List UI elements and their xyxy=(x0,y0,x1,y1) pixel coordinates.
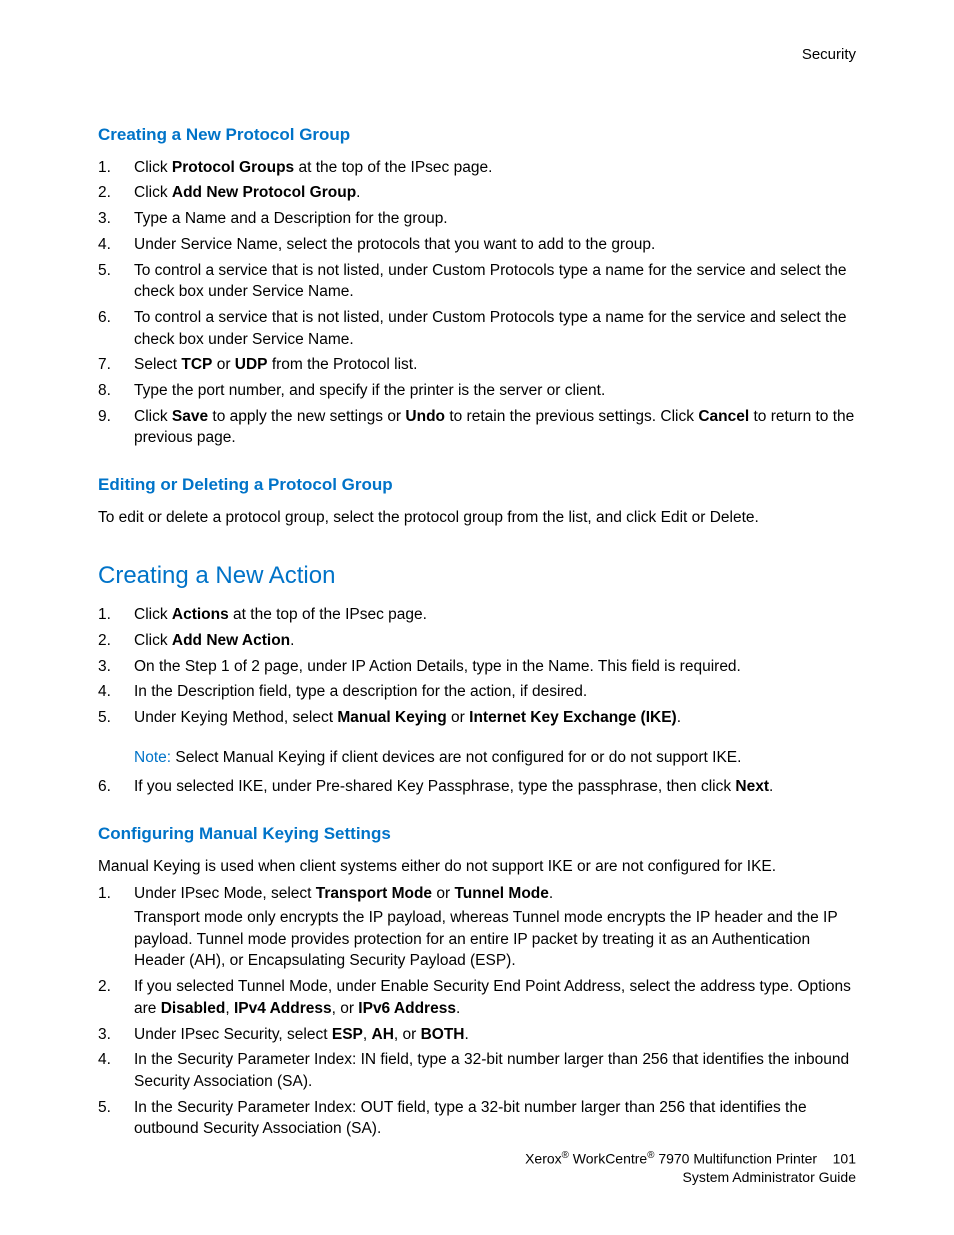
document-page: Security Creating a New Protocol Group 1… xyxy=(0,0,954,1235)
list-item-text: To control a service that is not listed,… xyxy=(134,260,856,303)
list-item-text: Select TCP or UDP from the Protocol list… xyxy=(134,354,856,376)
list-item: 5.Under Keying Method, select Manual Key… xyxy=(98,707,856,729)
list-item: 4.Under Service Name, select the protoco… xyxy=(98,234,856,256)
list-item-number: 6. xyxy=(98,307,134,350)
list-item-number: 2. xyxy=(98,976,134,1019)
list-item: 1.Click Actions at the top of the IPsec … xyxy=(98,604,856,626)
list-item-number: 1. xyxy=(98,157,134,179)
heading-creating-protocol-group: Creating a New Protocol Group xyxy=(98,123,856,147)
header-section-label: Security xyxy=(98,44,856,65)
list-item: 5.In the Security Parameter Index: OUT f… xyxy=(98,1097,856,1140)
list-item-text: If you selected Tunnel Mode, under Enabl… xyxy=(134,976,856,1019)
footer-brand-a: Xerox xyxy=(525,1150,562,1166)
list-item: 7.Select TCP or UDP from the Protocol li… xyxy=(98,354,856,376)
list-item: 2.Click Add New Protocol Group. xyxy=(98,182,856,204)
list-item-number: 1. xyxy=(98,604,134,626)
list-item: 1.Under IPsec Mode, select Transport Mod… xyxy=(98,883,856,972)
note-label: Note: xyxy=(134,749,171,766)
list-item: 6.If you selected IKE, under Pre-shared … xyxy=(98,776,856,798)
list-item-number: 4. xyxy=(98,234,134,256)
list-item-text: Click Protocol Groups at the top of the … xyxy=(134,157,856,179)
list-item: 5.To control a service that is not liste… xyxy=(98,260,856,303)
footer-subtitle: System Administrator Guide xyxy=(98,1168,856,1187)
list-item-text: Click Add New Action. xyxy=(134,630,856,652)
para-editing-protocol-group: To edit or delete a protocol group, sele… xyxy=(98,507,856,529)
list-item-text: Under Service Name, select the protocols… xyxy=(134,234,856,256)
list-creating-new-action-b: 6.If you selected IKE, under Pre-shared … xyxy=(98,776,856,798)
list-item-text: Click Actions at the top of the IPsec pa… xyxy=(134,604,856,626)
list-item-number: 5. xyxy=(98,260,134,303)
list-item-text: On the Step 1 of 2 page, under IP Action… xyxy=(134,656,856,678)
note-text: Select Manual Keying if client devices a… xyxy=(171,749,741,766)
page-footer: Xerox® WorkCentre® 7970 Multifunction Pr… xyxy=(98,1149,856,1187)
para-configuring-manual-keying: Manual Keying is used when client system… xyxy=(98,856,856,878)
page-number: 101 xyxy=(833,1150,856,1166)
list-item-number: 2. xyxy=(98,182,134,204)
list-item-number: 4. xyxy=(98,681,134,703)
list-item-text: In the Security Parameter Index: OUT fie… xyxy=(134,1097,856,1140)
heading-configuring-manual-keying: Configuring Manual Keying Settings xyxy=(98,822,856,846)
list-item-number: 3. xyxy=(98,1024,134,1046)
list-item-number: 1. xyxy=(98,883,134,972)
list-item-text: If you selected IKE, under Pre-shared Ke… xyxy=(134,776,856,798)
list-creating-new-action-a: 1.Click Actions at the top of the IPsec … xyxy=(98,604,856,728)
reg-mark-icon: ® xyxy=(562,1150,569,1161)
list-item: 3.Under IPsec Security, select ESP, AH, … xyxy=(98,1024,856,1046)
list-item-text: Under IPsec Security, select ESP, AH, or… xyxy=(134,1024,856,1046)
list-item-text: Under Keying Method, select Manual Keyin… xyxy=(134,707,856,729)
list-item-number: 3. xyxy=(98,208,134,230)
list-item: 3.Type a Name and a Description for the … xyxy=(98,208,856,230)
list-item: 2.If you selected Tunnel Mode, under Ena… xyxy=(98,976,856,1019)
list-item-number: 9. xyxy=(98,406,134,449)
list-item-subtext: Transport mode only encrypts the IP payl… xyxy=(134,907,856,972)
list-item: 3.On the Step 1 of 2 page, under IP Acti… xyxy=(98,656,856,678)
list-item-number: 5. xyxy=(98,707,134,729)
list-item-text: Click Save to apply the new settings or … xyxy=(134,406,856,449)
list-item: 9.Click Save to apply the new settings o… xyxy=(98,406,856,449)
list-item-text: In the Security Parameter Index: IN fiel… xyxy=(134,1049,856,1092)
list-item-text: Click Add New Protocol Group. xyxy=(134,182,856,204)
list-item-text: Under IPsec Mode, select Transport Mode … xyxy=(134,883,856,972)
list-item-number: 6. xyxy=(98,776,134,798)
footer-brand-b: WorkCentre xyxy=(569,1150,647,1166)
list-item: 4.In the Security Parameter Index: IN fi… xyxy=(98,1049,856,1092)
list-configuring-manual-keying: 1.Under IPsec Mode, select Transport Mod… xyxy=(98,883,856,1140)
footer-product: 7970 Multifunction Printer xyxy=(654,1150,817,1166)
list-item-number: 4. xyxy=(98,1049,134,1092)
list-creating-protocol-group: 1.Click Protocol Groups at the top of th… xyxy=(98,157,856,449)
list-item: 2.Click Add New Action. xyxy=(98,630,856,652)
list-item-number: 2. xyxy=(98,630,134,652)
list-item-text: To control a service that is not listed,… xyxy=(134,307,856,350)
list-item: 8.Type the port number, and specify if t… xyxy=(98,380,856,402)
list-item-number: 5. xyxy=(98,1097,134,1140)
list-item: 4.In the Description field, type a descr… xyxy=(98,681,856,703)
list-item-number: 8. xyxy=(98,380,134,402)
heading-creating-new-action: Creating a New Action xyxy=(98,559,856,593)
list-item: 1.Click Protocol Groups at the top of th… xyxy=(98,157,856,179)
list-item-text: Type a Name and a Description for the gr… xyxy=(134,208,856,230)
list-item-text: In the Description field, type a descrip… xyxy=(134,681,856,703)
list-item-number: 7. xyxy=(98,354,134,376)
list-item: 6.To control a service that is not liste… xyxy=(98,307,856,350)
note-manual-keying: Note: Select Manual Keying if client dev… xyxy=(134,747,856,769)
heading-editing-protocol-group: Editing or Deleting a Protocol Group xyxy=(98,473,856,497)
list-item-number: 3. xyxy=(98,656,134,678)
list-item-text: Type the port number, and specify if the… xyxy=(134,380,856,402)
